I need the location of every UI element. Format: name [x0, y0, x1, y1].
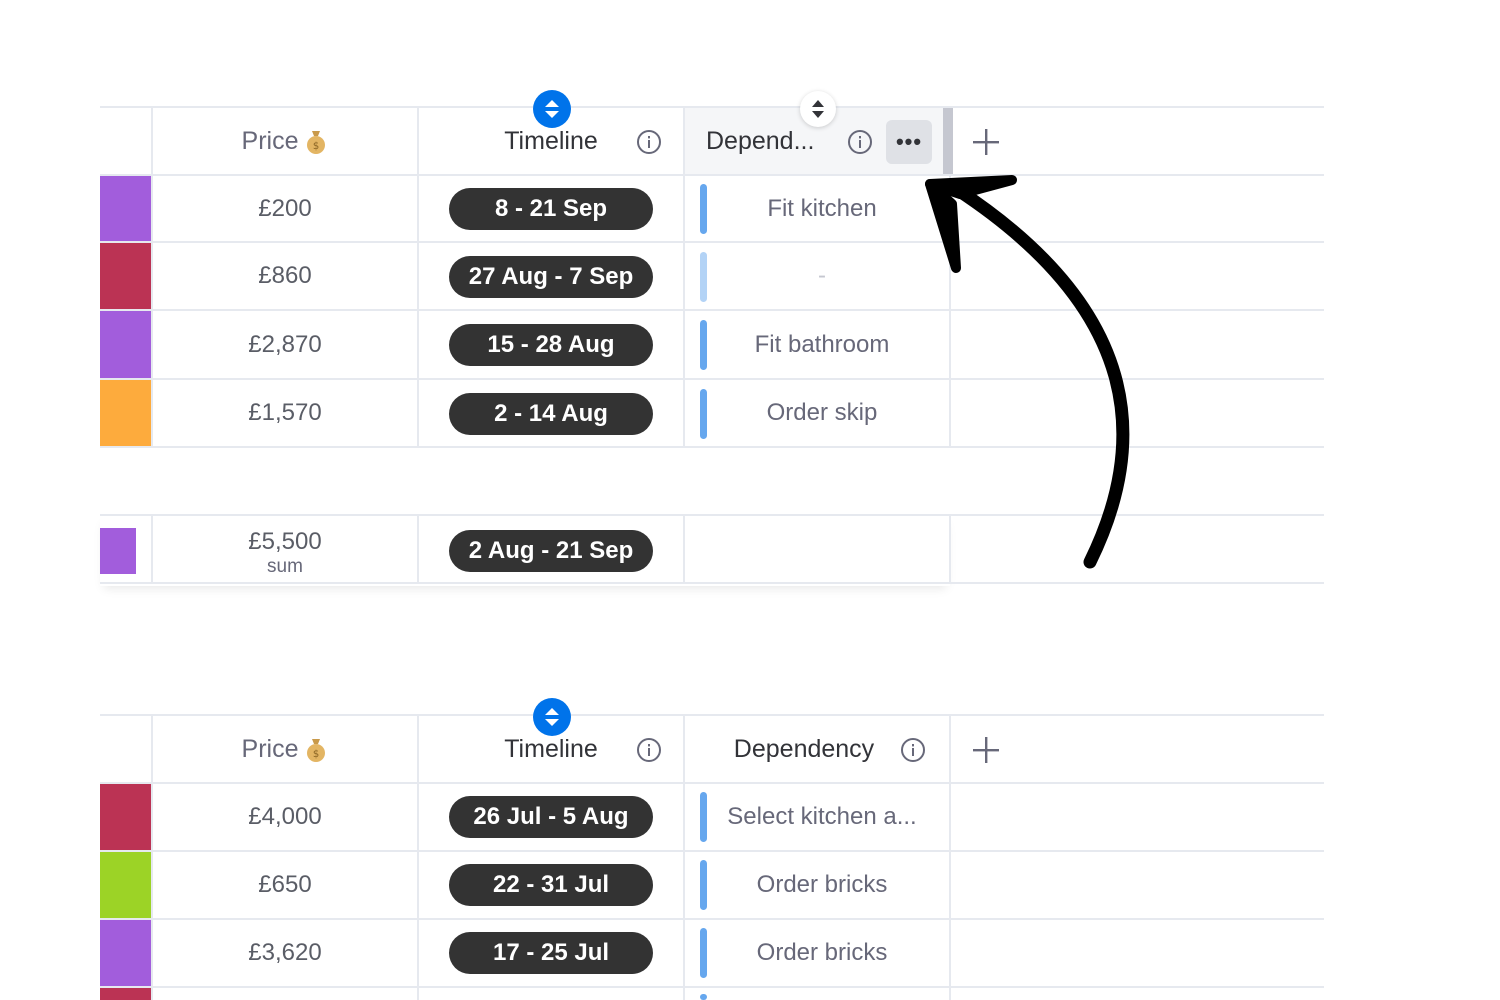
price-cell[interactable]: £860	[152, 243, 418, 309]
money-bag-icon: $	[307, 131, 326, 154]
svg-text:$: $	[313, 141, 319, 152]
price-cell[interactable]: £4,000	[152, 784, 418, 850]
timeline-summary-pill: 2 Aug - 21 Sep	[449, 530, 653, 572]
timeline-header-label: Timeline	[504, 734, 598, 763]
group-color-strip	[100, 784, 151, 850]
info-icon[interactable]	[900, 737, 926, 763]
timeline-header-label: Timeline	[504, 126, 598, 155]
dependency-bar	[700, 994, 707, 1000]
column-header-dependency[interactable]: Depend...	[690, 108, 850, 174]
dependency-cell[interactable]: Order bricks	[710, 920, 934, 986]
column-header-price[interactable]: Price $	[152, 716, 418, 782]
plus-icon	[973, 737, 999, 763]
divider	[100, 582, 1324, 584]
group-color-strip	[100, 380, 151, 446]
info-icon[interactable]	[636, 737, 662, 763]
price-header-label: Price	[241, 734, 299, 763]
group-color-strip	[100, 311, 151, 378]
dependency-bar	[700, 184, 707, 234]
group-color-strip	[100, 988, 151, 1000]
timeline-pill[interactable]: 15 - 28 Aug	[449, 324, 653, 366]
column-header-price[interactable]: Price $	[152, 108, 418, 174]
divider	[683, 514, 685, 584]
sum-label: sum	[267, 556, 303, 577]
price-cell[interactable]: £2,870	[152, 311, 418, 378]
dependency-bar	[700, 320, 707, 370]
timeline-pill[interactable]: 26 Jul - 5 Aug	[449, 796, 653, 838]
group-color-strip	[100, 176, 151, 241]
add-column-button[interactable]	[966, 730, 1006, 770]
price-cell[interactable]: £200	[152, 176, 418, 241]
dependency-bar	[700, 252, 707, 302]
timeline-pill[interactable]: 22 - 31 Jul	[449, 864, 653, 906]
price-cell[interactable]: £1,570	[152, 380, 418, 446]
curved-arrow-icon	[925, 175, 1130, 569]
dependency-bar	[700, 928, 707, 978]
price-cell[interactable]: £650	[152, 852, 418, 918]
group-color-strip	[100, 852, 151, 918]
divider	[100, 986, 1324, 988]
timeline-pill[interactable]: 2 - 14 Aug	[449, 393, 653, 435]
dependency-cell[interactable]: Order bricks	[710, 852, 934, 918]
timeline-pill[interactable]: 27 Aug - 7 Sep	[449, 256, 653, 298]
column-header-dependency[interactable]: Dependency	[712, 716, 896, 782]
svg-text:$: $	[313, 749, 319, 760]
info-icon[interactable]	[847, 129, 873, 155]
group-color-strip	[100, 920, 151, 986]
price-sum: £5,500	[248, 528, 322, 555]
summary-color-block	[100, 528, 136, 574]
dependency-bar	[700, 860, 707, 910]
timeline-pill[interactable]: 17 - 25 Jul	[449, 932, 653, 974]
dependency-header-label: Depend...	[706, 126, 815, 155]
dependency-header-label: Dependency	[733, 734, 875, 763]
group-color-strip	[100, 243, 151, 309]
price-header-label: Price	[241, 126, 299, 155]
divider	[949, 714, 951, 1000]
timeline-pill[interactable]: 8 - 21 Sep	[449, 188, 653, 230]
money-bag-icon: $	[307, 739, 326, 762]
dependency-cell[interactable]: Select kitchen a...	[710, 784, 934, 850]
dependency-bar	[700, 792, 707, 842]
info-icon[interactable]	[636, 129, 662, 155]
price-cell[interactable]: £3,620	[152, 920, 418, 986]
dependency-bar	[700, 389, 707, 439]
